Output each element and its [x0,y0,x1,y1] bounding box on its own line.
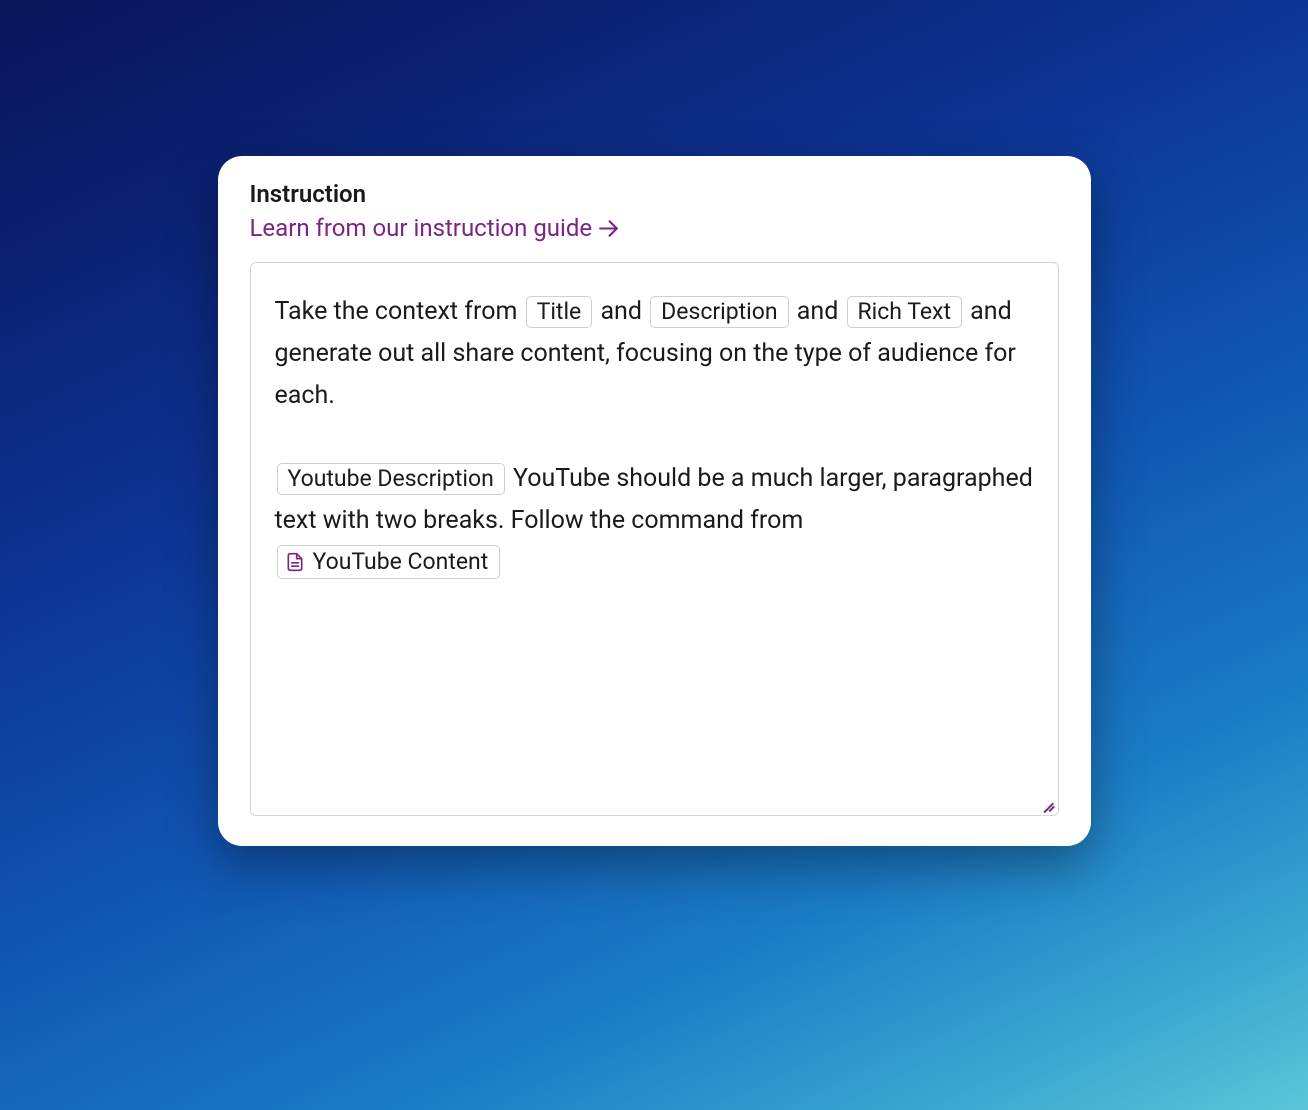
editor-paragraph: Youtube Description YouTube should be a … [275,458,1034,584]
editor-text: and [594,297,648,326]
field-chip[interactable]: Title [526,296,593,328]
editor-text: and [791,297,845,326]
field-chip[interactable]: Youtube Description [277,463,505,495]
arrow-right-icon [596,216,621,241]
resize-handle[interactable] [1040,797,1054,811]
field-chip[interactable]: Description [650,296,788,328]
field-chip-with-icon[interactable]: YouTube Content [277,545,501,579]
editor-text: Take the context from [275,297,524,326]
instruction-heading: Instruction [250,180,1059,208]
guide-link-text: Learn from our instruction guide [250,214,593,242]
instruction-card: Instruction Learn from our instruction g… [218,156,1091,846]
document-icon [285,551,305,573]
editor-paragraph: Take the context from Title and Descript… [275,291,1034,417]
editor-content: Take the context from Title and Descript… [275,291,1034,584]
instruction-editor[interactable]: Take the context from Title and Descript… [250,262,1059,816]
field-chip[interactable]: Rich Text [847,296,962,328]
instruction-guide-link[interactable]: Learn from our instruction guide [250,214,622,242]
chip-label: YouTube Content [313,547,489,577]
